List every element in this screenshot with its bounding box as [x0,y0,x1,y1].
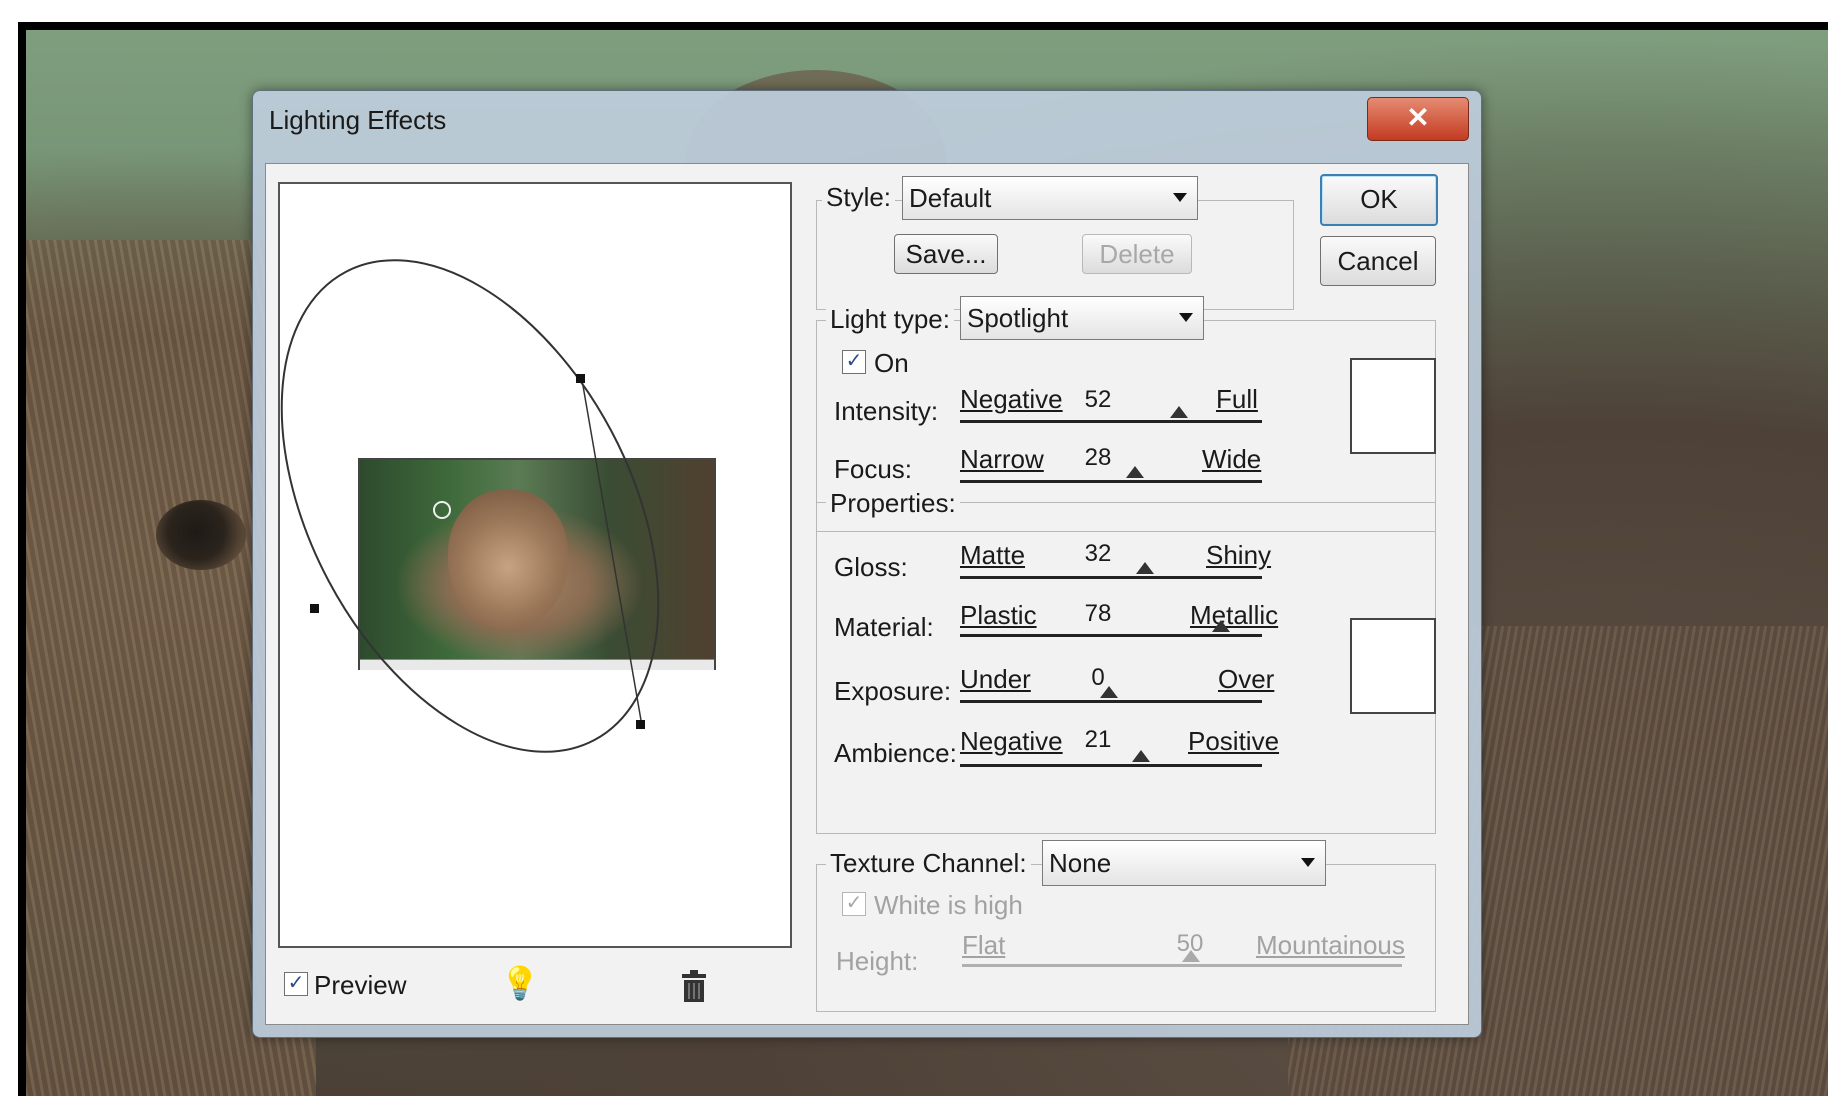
ellipse-handle[interactable] [576,374,585,383]
ambience-max-label: Positive [1188,726,1280,756]
intensity-value: 52 [1084,386,1112,413]
delete-style-button[interactable]: Delete [1082,234,1192,274]
material-min-label: Plastic [960,600,1037,630]
intensity-max-label: Full [1216,384,1258,414]
light-center-handle[interactable] [433,501,451,519]
focus-slider[interactable] [960,480,1262,483]
focus-slider-thumb[interactable] [1126,466,1144,478]
white-is-high-label: White is high [874,890,1023,920]
close-button[interactable]: ✕ [1367,97,1469,141]
texture-channel-select[interactable]: None [1042,840,1326,886]
height-label: Height: [836,946,919,976]
trash-icon[interactable] [678,968,710,1004]
ellipse-handle[interactable] [310,604,319,613]
white-is-high-checkbox[interactable]: ✓ [842,892,866,916]
gloss-min-label: Matte [960,540,1026,570]
focus-min-label: Narrow [960,444,1044,474]
preview-label: Preview [314,970,407,1000]
dialog-body: ✓ Preview 💡 Style: Default Save... Delet… [265,163,1469,1025]
light-bulb-icon[interactable]: 💡 [500,964,540,1002]
gloss-max-label: Shiny [1206,540,1272,570]
lighting-effects-dialog: Lighting Effects ✕ ✓ Preview 💡 Style: De… [252,90,1482,1038]
focus-label: Focus: [834,454,913,484]
exposure-slider[interactable] [960,700,1262,703]
checkmark-icon: ✓ [287,972,305,994]
material-value: 78 [1084,600,1112,627]
properties-heading: Properties: [826,488,960,519]
material-label: Material: [834,612,934,642]
dropdown-arrow-icon [1301,858,1315,867]
gloss-value: 32 [1084,540,1112,567]
exposure-label: Exposure: [834,676,952,706]
dropdown-arrow-icon [1179,313,1193,322]
material-slider-thumb[interactable] [1212,620,1230,632]
gloss-slider-thumb[interactable] [1136,562,1154,574]
light-type-select[interactable]: Spotlight [960,296,1204,340]
ellipse-handle[interactable] [636,720,645,729]
exposure-min-label: Under [960,664,1031,694]
intensity-min-label: Negative [960,384,1063,414]
material-max-label: Metallic [1190,600,1279,630]
ambience-label: Ambience: [834,738,957,768]
style-select[interactable]: Default [902,176,1198,220]
preview-canvas[interactable] [278,182,792,948]
gloss-label: Gloss: [834,552,908,582]
material-slider[interactable] [960,634,1262,637]
checkmark-icon: ✓ [845,350,863,372]
focus-max-label: Wide [1202,444,1262,474]
save-style-button[interactable]: Save... [894,234,998,274]
preview-checkbox[interactable]: ✓ [284,972,308,996]
light-on-label: On [874,348,909,378]
properties-group [816,502,1436,834]
height-max-label: Mountainous [1256,930,1405,960]
ambience-value: 21 [1084,726,1112,753]
ambient-color-swatch[interactable] [1350,618,1436,714]
preview-toolbar: ✓ Preview 💡 [278,962,798,1012]
light-type-value: Spotlight [967,303,1069,333]
exposure-slider-thumb[interactable] [1100,686,1118,698]
ok-button[interactable]: OK [1320,174,1438,226]
dropdown-arrow-icon [1173,193,1187,202]
intensity-slider-thumb[interactable] [1170,406,1188,418]
texture-channel-label: Texture Channel: [826,848,1031,879]
spotlight-ellipse[interactable] [280,184,790,946]
intensity-slider[interactable] [960,420,1262,423]
height-slider-thumb[interactable] [1182,950,1200,962]
texture-channel-value: None [1049,848,1112,878]
cancel-button[interactable]: Cancel [1320,236,1436,286]
style-value: Default [909,183,992,213]
light-on-checkbox[interactable]: ✓ [842,350,866,374]
light-type-label: Light type: [826,304,954,335]
exposure-max-label: Over [1218,664,1275,694]
bear-eye [156,500,246,570]
gloss-slider[interactable] [960,576,1262,579]
light-color-swatch[interactable] [1350,358,1436,454]
dialog-title: Lighting Effects [269,105,447,135]
checkmark-icon: ✓ [845,892,863,914]
ambience-slider-thumb[interactable] [1132,750,1150,762]
ambience-slider[interactable] [960,764,1262,767]
ambience-min-label: Negative [960,726,1063,756]
close-icon: ✕ [1406,102,1430,133]
intensity-label: Intensity: [834,396,939,426]
height-slider[interactable] [962,964,1402,967]
style-label: Style: [822,182,896,213]
height-min-label: Flat [962,930,1006,960]
focus-value: 28 [1084,444,1112,471]
